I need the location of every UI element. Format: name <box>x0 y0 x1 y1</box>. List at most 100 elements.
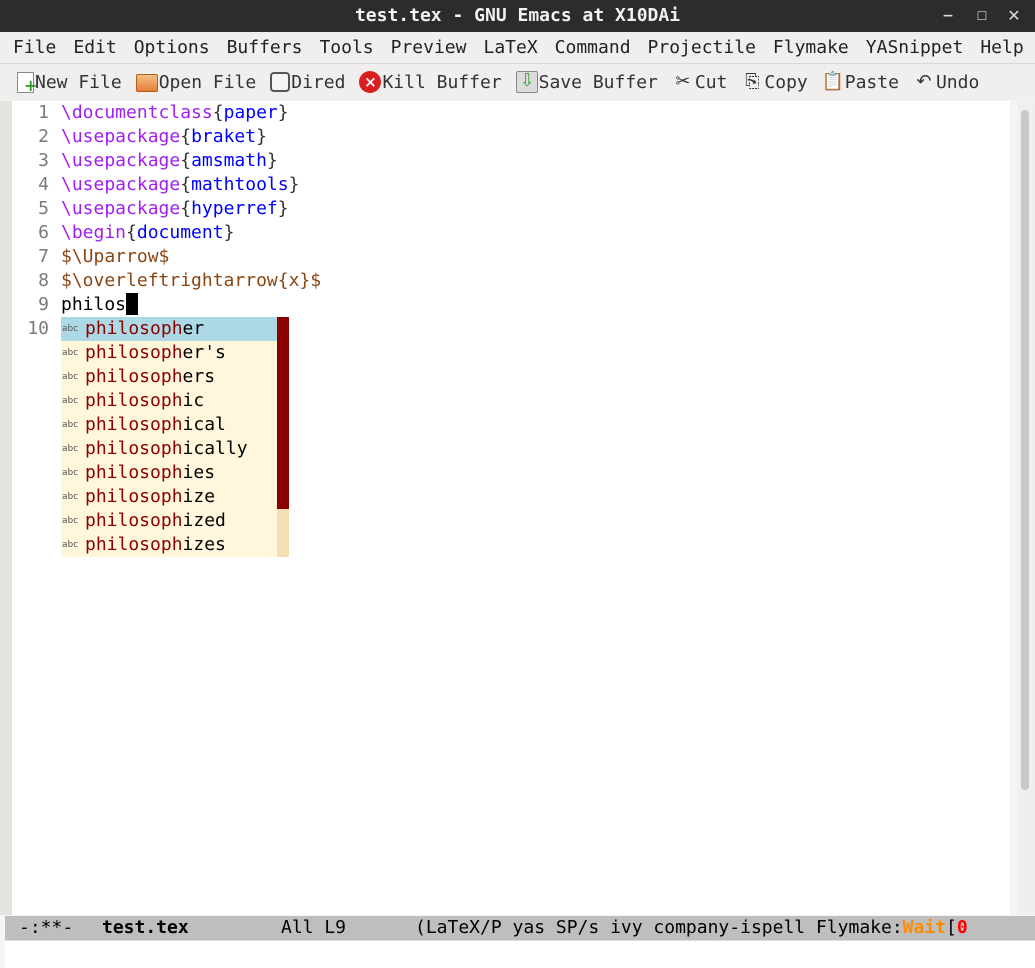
minibuffer[interactable] <box>5 940 1035 968</box>
completion-candidate[interactable]: abc philosophizes <box>61 533 277 557</box>
left-window-border <box>0 101 12 915</box>
completion-scroll-thumb[interactable] <box>277 317 289 509</box>
scissors-icon: ✂ <box>675 71 691 92</box>
menu-preview[interactable]: Preview <box>391 37 467 58</box>
paste-label: Paste <box>844 71 899 93</box>
line-number: 7 <box>38 246 49 267</box>
code-text: \usepackage{braket} <box>61 126 267 147</box>
candidate-kind-icon: abc <box>62 420 79 430</box>
kill-buffer-button[interactable]: × Kill Buffer <box>359 71 502 93</box>
line-number: 2 <box>38 126 49 147</box>
code-text: $\Uparrow$ <box>61 246 170 267</box>
close-circle-icon: × <box>359 71 382 93</box>
menu-tools[interactable]: Tools <box>319 37 373 58</box>
mode-line: -:**- test.tex All L9 (LaTeX/P yas SP/s … <box>5 916 1035 940</box>
save-icon <box>515 70 538 93</box>
buffer-name[interactable]: test.tex <box>102 916 189 940</box>
completion-candidate[interactable]: abc philosophers <box>61 365 277 389</box>
clipboard-icon: 📋 <box>821 71 845 92</box>
completion-candidate[interactable]: abc philosopher's <box>61 341 277 365</box>
new-file-button[interactable]: New File <box>17 71 122 94</box>
code-text: \documentclass{paper} <box>61 102 289 123</box>
menu-flymake[interactable]: Flymake <box>773 37 849 58</box>
minimize-icon[interactable]: − <box>938 6 958 26</box>
dired-button[interactable]: Dired <box>270 71 345 93</box>
line-number: 1 <box>38 102 49 123</box>
code-text: \usepackage{amsmath} <box>61 150 278 171</box>
candidate-text: philosopher's <box>85 342 226 363</box>
line-number: 4 <box>38 174 49 195</box>
modified-status: -:**- <box>19 917 74 938</box>
code-text: \usepackage{hyperref} <box>61 198 289 219</box>
completion-candidate[interactable]: abc philosopher <box>61 317 277 341</box>
maximize-icon[interactable]: ☐ <box>972 6 992 26</box>
new-file-icon <box>17 71 37 94</box>
completion-candidate[interactable]: abc philosophically <box>61 437 277 461</box>
menu-yasnippet[interactable]: YASnippet <box>866 37 964 58</box>
undo-label: Undo <box>935 71 980 93</box>
mode-list[interactable]: (LaTeX/P yas SP/s ivy company-ispell Fly… <box>415 916 968 940</box>
completion-popup: abc philosopher abc philosopher's abc philoso… <box>61 317 277 557</box>
title-bar: test.tex - GNU Emacs at X10DAi − ☐ ✕ <box>0 0 1035 32</box>
new-file-label: New File <box>35 71 122 93</box>
line-number: 6 <box>38 222 49 243</box>
menu-options[interactable]: Options <box>134 37 210 58</box>
menu-projectile[interactable]: Projectile <box>648 37 756 58</box>
menu-latex[interactable]: LaTeX <box>483 37 537 58</box>
menu-help[interactable]: Help <box>980 37 1023 58</box>
menu-file[interactable]: File <box>13 37 56 58</box>
close-icon[interactable]: ✕ <box>1004 6 1024 26</box>
buffer-position: All L9 <box>281 917 347 938</box>
line-number: 3 <box>38 150 49 171</box>
dired-label: Dired <box>291 71 346 93</box>
tool-bar: New File Open File Dired × Kill Buffer S… <box>0 64 1035 100</box>
scrollbar-thumb[interactable] <box>1021 110 1029 790</box>
candidate-kind-icon: abc <box>62 348 79 358</box>
candidate-kind-icon: abc <box>62 372 79 382</box>
candidate-text: philosophizes <box>85 534 226 555</box>
kill-buffer-label: Kill Buffer <box>382 71 502 93</box>
cut-button[interactable]: ✂ Cut <box>672 71 728 93</box>
completion-candidate[interactable]: abc philosophies <box>61 461 277 485</box>
candidate-text: philosopher <box>85 318 205 339</box>
candidate-text: philosophic <box>85 390 205 411</box>
cut-label: Cut <box>694 71 728 93</box>
code-text: \begin{document} <box>61 222 235 243</box>
completion-candidate[interactable]: abc philosophized <box>61 509 277 533</box>
undo-button[interactable]: ↶ Undo <box>913 71 979 93</box>
candidate-text: philosophize <box>85 486 216 507</box>
line-number: 9 <box>38 294 49 315</box>
completion-candidate[interactable]: abc philosophic <box>61 389 277 413</box>
flymake-error-count: 0 <box>956 917 968 938</box>
candidate-kind-icon: abc <box>62 324 79 334</box>
code-text: $\overleftrightarrow{x}$ <box>61 270 322 291</box>
folder-open-icon <box>135 74 158 92</box>
line-number: 5 <box>38 198 49 219</box>
candidate-text: philosophically <box>85 438 248 459</box>
menu-buffers[interactable]: Buffers <box>227 37 303 58</box>
candidate-text: philosophies <box>85 462 216 483</box>
code-text: \usepackage{mathtools} <box>61 174 300 195</box>
open-file-label: Open File <box>158 71 257 93</box>
menu-edit[interactable]: Edit <box>73 37 116 58</box>
candidate-text: philosophical <box>85 414 226 435</box>
editor-buffer[interactable]: 1 \documentclass{paper} 2 \usepackage{brake… <box>12 101 1010 915</box>
menu-bar: File Edit Options Buffers Tools Preview LaTeX C… <box>0 32 1035 64</box>
candidate-kind-icon: abc <box>62 516 79 526</box>
paste-button[interactable]: 📋 Paste <box>822 71 899 93</box>
candidate-text: philosophers <box>85 366 216 387</box>
menu-command[interactable]: Command <box>555 37 631 58</box>
save-buffer-button[interactable]: Save Buffer <box>515 70 658 93</box>
candidate-kind-icon: abc <box>62 444 79 454</box>
line-number: 10 <box>27 318 49 339</box>
candidate-text: philosophized <box>85 510 226 531</box>
candidate-kind-icon: abc <box>62 540 79 550</box>
completion-candidate[interactable]: abc philosophical <box>61 413 277 437</box>
open-file-button[interactable]: Open File <box>135 71 257 93</box>
flymake-state: Wait <box>902 917 947 938</box>
code-text: philos <box>61 292 139 317</box>
copy-button[interactable]: ⎘ Copy <box>741 71 808 93</box>
completion-candidate[interactable]: abc philosophize <box>61 485 277 509</box>
candidate-kind-icon: abc <box>62 468 79 478</box>
window-title: test.tex - GNU Emacs at X10DAi <box>354 5 681 26</box>
